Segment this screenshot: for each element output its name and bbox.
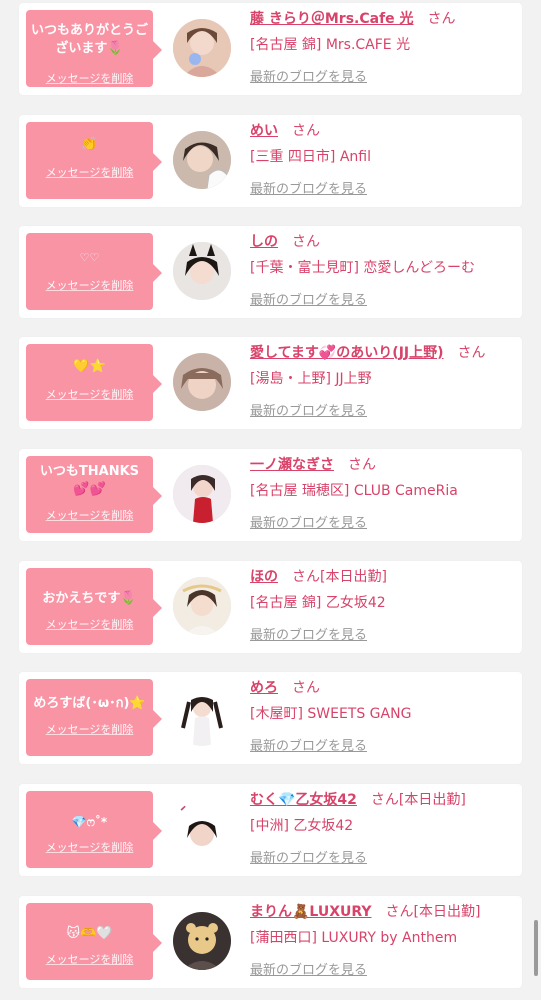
message-bubble: ♡♡ メッセージを削除 xyxy=(26,233,162,310)
latest-blog-link[interactable]: 最新のブログを見る xyxy=(250,624,367,643)
delete-message-link[interactable]: メッセージを削除 xyxy=(26,277,153,293)
message-card: いつもありがとうございます🌷 メッセージを削除 藤 きらり＠Mrs.Cafe 光… xyxy=(19,3,522,95)
shop-label: [名古屋 錦] 乙女坂42 xyxy=(250,595,386,611)
delete-message-link[interactable]: メッセージを削除 xyxy=(26,164,153,180)
shop-label: [三重 四日市] Anfil xyxy=(250,149,371,165)
latest-blog-link[interactable]: 最新のブログを見る xyxy=(250,66,367,85)
message-text: めろすば(･ω･ก)⭐ xyxy=(33,696,146,711)
girl-info: めい さん [三重 四日市] Anfil 最新のブログを見る xyxy=(250,121,518,197)
avatar[interactable] xyxy=(173,688,231,746)
girl-info: しの さん [千葉・富士見町] 恋愛しんどろーむ 最新のブログを見る xyxy=(250,232,518,308)
avatar[interactable] xyxy=(173,353,231,411)
latest-blog-link[interactable]: 最新のブログを見る xyxy=(250,735,367,754)
delete-message-link[interactable]: メッセージを削除 xyxy=(26,616,153,632)
girl-info: 藤 きらり＠Mrs.Cafe 光さん [名古屋 錦] Mrs.CAFE 光 最新… xyxy=(250,9,518,85)
girl-name-link[interactable]: 愛してます💞のあいり(JJ上野) xyxy=(250,345,444,361)
honorific: さん xyxy=(292,569,320,585)
honorific: さん xyxy=(292,234,320,250)
honorific: さん xyxy=(427,11,456,27)
girl-info: まりん🧸LUXURY さん[本日出勤] [蒲田西口] LUXURY by Anth… xyxy=(250,902,518,978)
avatar[interactable] xyxy=(173,242,231,300)
honorific: さん xyxy=(370,792,399,808)
avatar[interactable] xyxy=(173,912,231,970)
latest-blog-link[interactable]: 最新のブログを見る xyxy=(250,178,367,197)
message-bubble: 💛⭐ メッセージを削除 xyxy=(26,344,162,421)
message-text: おかえちです🌷 xyxy=(42,591,137,606)
message-card: 💎ෆ˚* メッセージを削除 むく💎乙女坂42 さん[本日出勤] [中洲] 乙女坂4… xyxy=(19,784,522,876)
message-text: 😽🫶🤍 xyxy=(66,926,113,941)
latest-blog-link[interactable]: 最新のブログを見る xyxy=(250,512,367,531)
message-bubble: いつもありがとうございます🌷 メッセージを削除 xyxy=(26,10,162,87)
message-bubble: 💎ෆ˚* メッセージを削除 xyxy=(26,791,162,868)
honorific: さん xyxy=(292,680,320,696)
avatar[interactable] xyxy=(173,465,231,523)
avatar[interactable] xyxy=(173,577,231,635)
girl-name-link[interactable]: まりん🧸LUXURY xyxy=(250,904,372,920)
avatar[interactable] xyxy=(173,19,231,77)
message-card: いつもTHANKS💕💕 メッセージを削除 一ノ瀬なぎさ さん [名古屋 瑞穂区] … xyxy=(19,449,522,541)
girl-name-link[interactable]: しの xyxy=(250,234,278,250)
message-text: いつもありがとうございます🌷 xyxy=(30,23,148,56)
delete-message-link[interactable]: メッセージを削除 xyxy=(26,839,153,855)
message-card: めろすば(･ω･ก)⭐ メッセージを削除 めろ さん [木屋町] SWEETS G… xyxy=(19,672,522,764)
shop-label: [木屋町] SWEETS GANG xyxy=(250,706,412,722)
working-today-badge: [本日出勤] xyxy=(413,904,481,920)
message-bubble: めろすば(･ω･ก)⭐ メッセージを削除 xyxy=(26,679,162,756)
girl-name-link[interactable]: 一ノ瀬なぎさ xyxy=(250,457,334,473)
delete-message-link[interactable]: メッセージを削除 xyxy=(26,951,153,967)
girl-info: めろ さん [木屋町] SWEETS GANG 最新のブログを見る xyxy=(250,678,518,754)
message-bubble: いつもTHANKS💕💕 メッセージを削除 xyxy=(26,456,162,533)
shop-label: [名古屋 錦] Mrs.CAFE 光 xyxy=(250,37,411,53)
shop-label: [中洲] 乙女坂42 xyxy=(250,818,354,834)
working-today-badge: [本日出勤] xyxy=(320,569,387,585)
girl-info: ほの さん[本日出勤] [名古屋 錦] 乙女坂42 最新のブログを見る xyxy=(250,567,518,643)
working-today-badge: [本日出勤] xyxy=(398,792,466,808)
message-card: 💛⭐ メッセージを削除 愛してます💞のあいり(JJ上野) さん [湯島・上野] J… xyxy=(19,337,522,429)
girl-info: 一ノ瀬なぎさ さん [名古屋 瑞穂区] CLUB CameRia 最新のブログを見… xyxy=(250,455,518,531)
delete-message-link[interactable]: メッセージを削除 xyxy=(26,386,153,402)
honorific: さん xyxy=(385,904,414,920)
message-text: 👏 xyxy=(81,137,98,152)
message-text: いつもTHANKS💕💕 xyxy=(39,464,140,497)
shop-label: [湯島・上野] JJ上野 xyxy=(250,371,372,387)
latest-blog-link[interactable]: 最新のブログを見る xyxy=(250,289,367,308)
scrollbar-thumb[interactable] xyxy=(534,920,538,976)
honorific: さん xyxy=(457,345,486,361)
message-card: 👏 メッセージを削除 めい さん [三重 四日市] Anfil 最新のブログを見る xyxy=(19,115,522,207)
shop-label: [千葉・富士見町] 恋愛しんどろーむ xyxy=(250,260,475,276)
message-card: 😽🫶🤍 メッセージを削除 まりん🧸LUXURY さん[本日出勤] [蒲田西口] L… xyxy=(19,896,522,988)
message-bubble: 😽🫶🤍 メッセージを削除 xyxy=(26,903,162,980)
message-card: おかえちです🌷 メッセージを削除 ほの さん[本日出勤] [名古屋 錦] 乙女坂4… xyxy=(19,561,522,653)
message-text: 💎ෆ˚* xyxy=(71,815,108,829)
delete-message-link[interactable]: メッセージを削除 xyxy=(26,721,153,737)
message-text: ♡♡ xyxy=(79,251,100,264)
delete-message-link[interactable]: メッセージを削除 xyxy=(26,507,153,523)
girl-name-link[interactable]: むく💎乙女坂42 xyxy=(250,792,357,808)
delete-message-link[interactable]: メッセージを削除 xyxy=(26,70,153,86)
honorific: さん xyxy=(292,123,320,139)
message-bubble: おかえちです🌷 メッセージを削除 xyxy=(26,568,162,645)
shop-label: [名古屋 瑞穂区] CLUB CameRia xyxy=(250,483,458,499)
message-card: ♡♡ メッセージを削除 しの さん [千葉・富士見町] 恋愛しんどろーむ 最新のブ… xyxy=(19,226,522,318)
girl-info: むく💎乙女坂42 さん[本日出勤] [中洲] 乙女坂42 最新のブログを見る xyxy=(250,790,518,866)
message-bubble: 👏 メッセージを削除 xyxy=(26,122,162,199)
latest-blog-link[interactable]: 最新のブログを見る xyxy=(250,400,367,419)
message-text: 💛⭐ xyxy=(73,359,106,374)
honorific: さん xyxy=(348,457,376,473)
girl-name-link[interactable]: ほの xyxy=(250,569,278,585)
latest-blog-link[interactable]: 最新のブログを見る xyxy=(250,959,367,978)
avatar[interactable] xyxy=(173,131,231,189)
girl-name-link[interactable]: 藤 きらり＠Mrs.Cafe 光 xyxy=(250,11,414,27)
girl-name-link[interactable]: めろ xyxy=(250,680,278,696)
girl-name-link[interactable]: めい xyxy=(250,123,278,139)
girl-info: 愛してます💞のあいり(JJ上野) さん [湯島・上野] JJ上野 最新のブログを見… xyxy=(250,343,518,419)
shop-label: [蒲田西口] LUXURY by Anthem xyxy=(250,930,458,946)
latest-blog-link[interactable]: 最新のブログを見る xyxy=(250,847,367,866)
avatar[interactable] xyxy=(173,800,231,858)
